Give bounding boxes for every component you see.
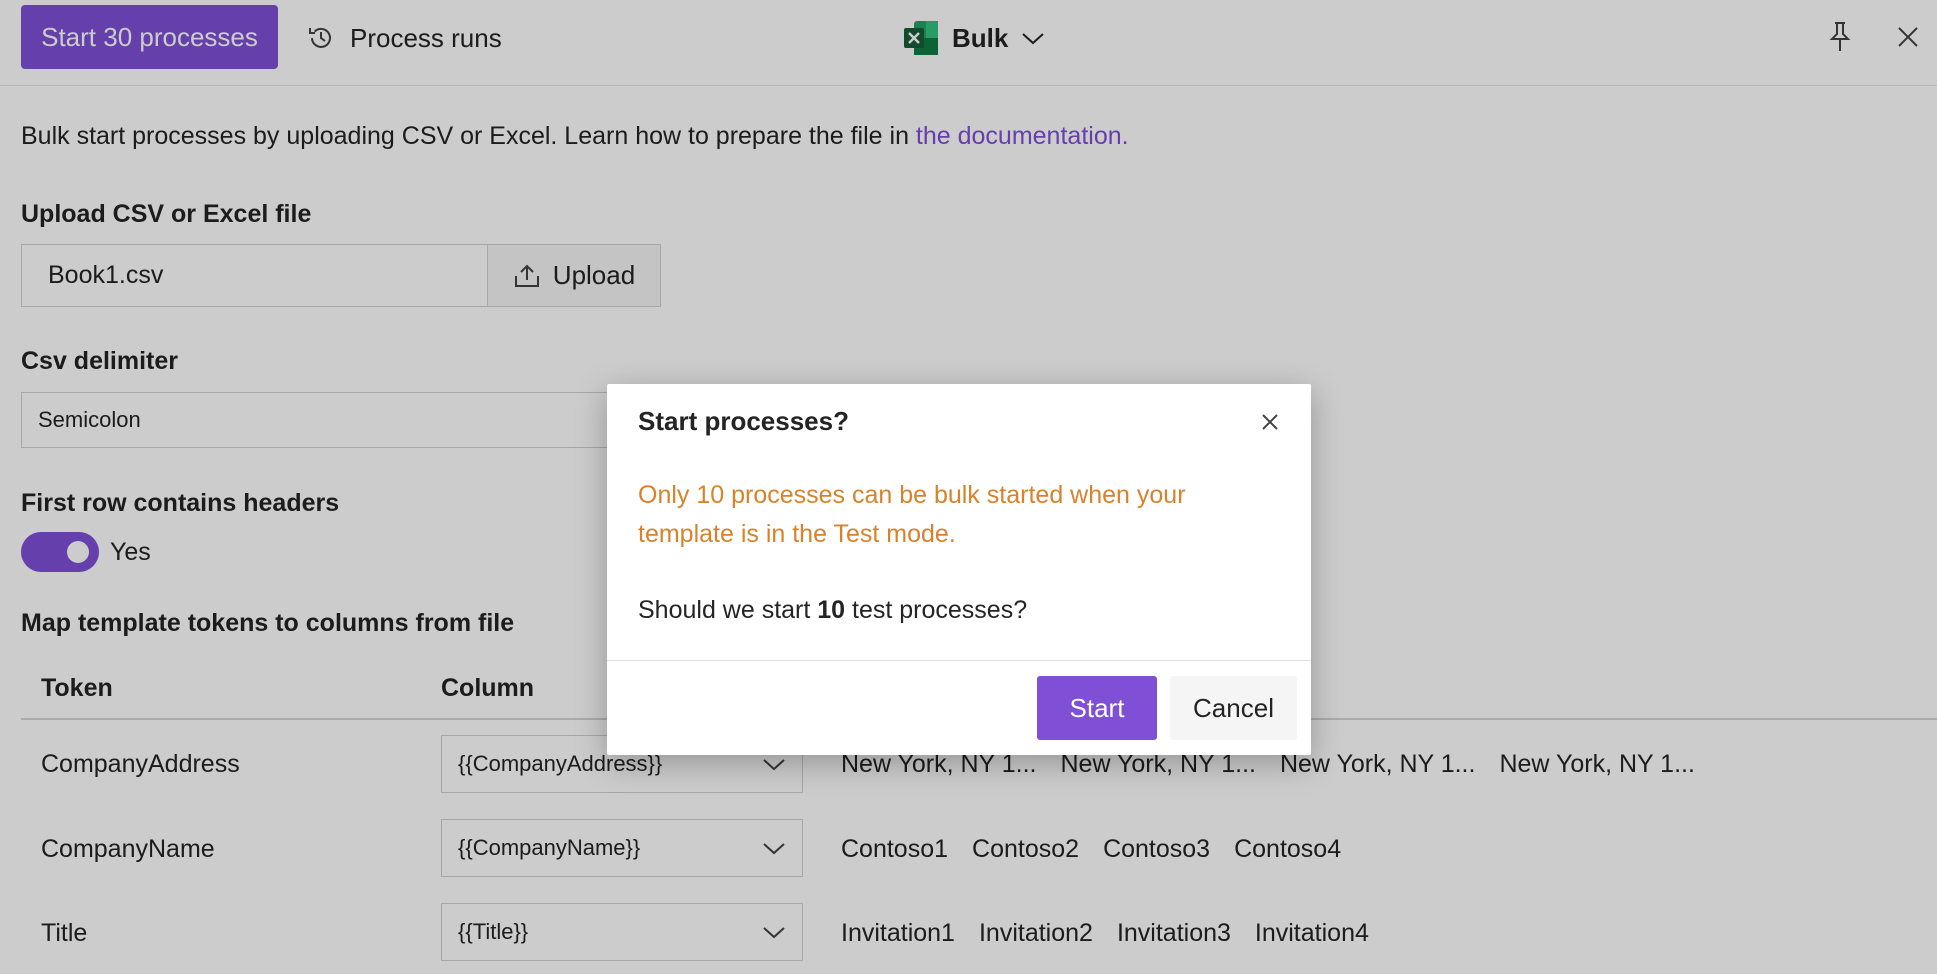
cancel-button[interactable]: Cancel — [1170, 676, 1297, 740]
question-prefix: Should we start — [638, 596, 818, 624]
question-suffix: test processes? — [845, 596, 1028, 624]
start-button[interactable]: Start — [1037, 676, 1157, 740]
dialog-title: Start processes? — [638, 406, 849, 436]
start-processes-dialog: Start processes? Only 10 processes can b… — [607, 384, 1311, 755]
close-icon[interactable] — [1258, 410, 1282, 434]
dialog-divider — [607, 660, 1311, 661]
test-mode-warning: Only 10 processes can be bulk started wh… — [638, 481, 1186, 548]
dialog-question: Should we start 10 test processes? — [638, 596, 1027, 625]
question-count: 10 — [817, 596, 846, 624]
